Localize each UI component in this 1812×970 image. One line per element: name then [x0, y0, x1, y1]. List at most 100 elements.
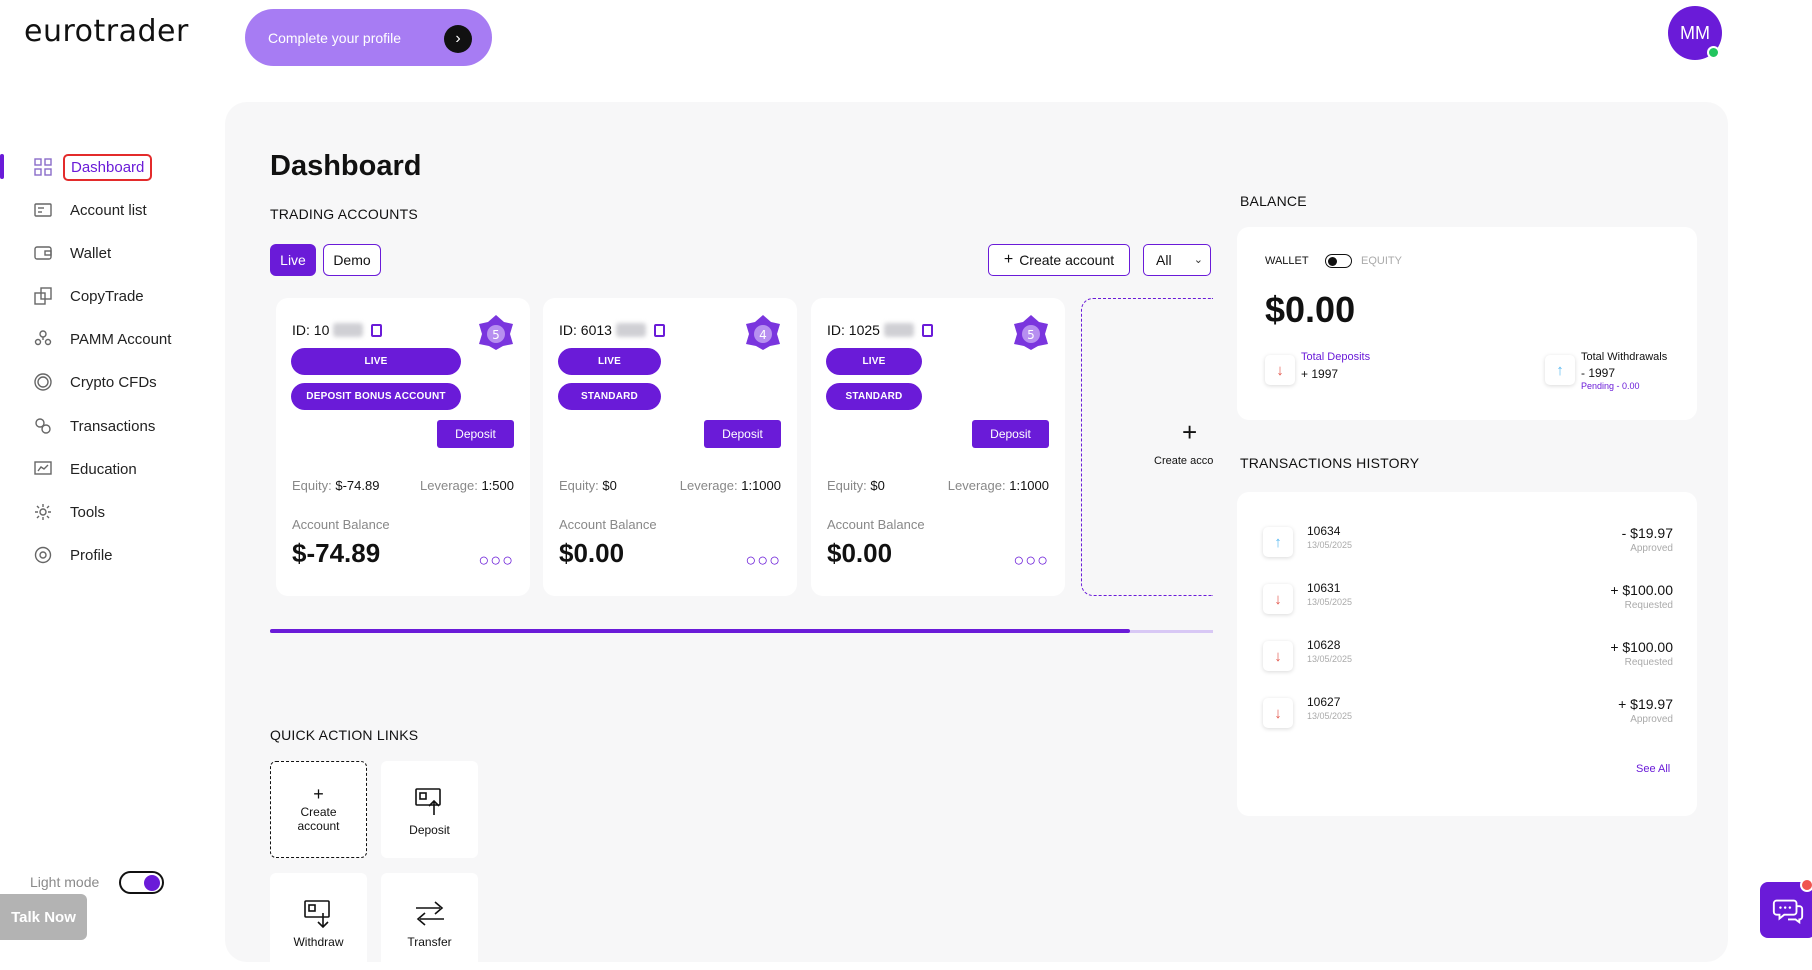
tools-icon — [32, 501, 54, 523]
sidebar-item-pamm-account[interactable]: PAMM Account — [32, 326, 171, 352]
quick-action-label: Deposit — [409, 822, 450, 837]
account-balance-label: Account Balance — [827, 517, 925, 532]
leverage-value: 1:1000 — [741, 478, 781, 493]
light-mode-label: Light mode — [30, 874, 100, 890]
withdraw-icon — [303, 899, 330, 928]
sidebar-item-dashboard[interactable]: Dashboard — [32, 153, 153, 181]
more-options-icon[interactable]: ○○○ — [478, 550, 514, 571]
arrow-down-icon: ↓ — [1265, 355, 1295, 385]
deposit-button[interactable]: Deposit — [972, 420, 1049, 448]
transaction-status: Approved — [1630, 543, 1673, 554]
arrow-down-icon: ↓ — [1263, 641, 1293, 671]
sidebar-item-label: Tools — [70, 503, 106, 521]
wallet-equity-toggle[interactable] — [1325, 254, 1352, 268]
quick-action-transfer[interactable]: Transfer — [381, 873, 478, 970]
list-item[interactable]: ↓ 10627 13/05/2025 + $19.97 Approved — [1263, 693, 1673, 737]
list-item[interactable]: ↓ 10631 13/05/2025 + $100.00 Requested — [1263, 579, 1673, 623]
leverage-label: Leverage: — [679, 478, 738, 493]
transaction-id: 10634 — [1307, 524, 1341, 538]
toggle-knob — [1328, 256, 1337, 266]
deposit-button[interactable]: Deposit — [704, 420, 781, 448]
equity-info: Equity: $-74.89 — [292, 478, 379, 493]
transaction-status: Approved — [1630, 714, 1673, 725]
tier-badge-icon: 4 — [746, 315, 780, 350]
create-account-button[interactable]: + Create account — [988, 244, 1130, 276]
copy-icon[interactable] — [653, 323, 665, 337]
create-account-label: Create account — [1019, 252, 1115, 268]
transaction-date: 13/05/2025 — [1307, 597, 1353, 607]
leverage-info: Leverage: 1:1000 — [680, 478, 781, 493]
sidebar-item-wallet[interactable]: Wallet — [32, 240, 111, 266]
sidebar-item-crypto-cfds[interactable]: Crypto CFDs — [32, 369, 157, 395]
transaction-date: 13/05/2025 — [1307, 711, 1353, 721]
transaction-date: 13/05/2025 — [1307, 540, 1353, 550]
sidebar-item-education[interactable]: Education — [32, 456, 137, 482]
account-filter-select[interactable]: All ⌄ — [1143, 244, 1211, 276]
sidebar-item-tools[interactable]: Tools — [32, 499, 105, 525]
account-balance-value: $0.00 — [827, 538, 893, 568]
account-id: ID: 10 — [292, 322, 383, 338]
online-status-indicator — [1707, 46, 1720, 59]
equity-value: $0 — [602, 478, 617, 493]
arrow-down-icon: ↓ — [1263, 698, 1293, 728]
list-item[interactable]: ↑ 10634 13/05/2025 - $19.97 Approved — [1263, 522, 1673, 566]
sidebar-item-account-list[interactable]: Account list — [32, 197, 147, 223]
trading-account-card[interactable]: ID: 10 5 LIVE DEPOSIT BONUS ACCOUNT Depo… — [276, 298, 530, 596]
more-options-icon[interactable]: ○○○ — [745, 550, 781, 571]
total-deposits-value: + 1997 — [1301, 367, 1339, 381]
tier-number: 4 — [759, 328, 767, 342]
transaction-id: 10628 — [1307, 638, 1341, 652]
redacted-id — [333, 323, 364, 337]
deposit-button[interactable]: Deposit — [437, 420, 514, 448]
plus-icon: + — [1003, 251, 1014, 268]
quick-action-deposit[interactable]: Deposit — [381, 761, 478, 858]
wallet-label: WALLET — [1265, 255, 1309, 267]
sidebar-item-label: Wallet — [70, 244, 112, 262]
page-title: Dashboard — [270, 150, 422, 182]
create-account-card[interactable]: + Create account — [1081, 298, 1213, 596]
total-deposits-label[interactable]: Total Deposits — [1301, 351, 1370, 363]
tab-demo[interactable]: Demo — [323, 244, 381, 276]
eurotrader-logo[interactable]: eurotrader — [24, 14, 189, 49]
account-balance-value: $-74.89 — [292, 538, 381, 568]
sidebar-item-label: Crypto CFDs — [70, 373, 157, 391]
sidebar-item-transactions[interactable]: Transactions — [32, 413, 155, 439]
equity-label: Equity: — [559, 478, 599, 493]
account-type-pill: STANDARD — [558, 383, 661, 410]
copy-icon — [32, 285, 54, 307]
wallet-icon — [32, 242, 54, 264]
talk-now-button[interactable]: Talk Now — [0, 894, 87, 940]
trading-account-card[interactable]: ID: 6013 4 LIVE STANDARD Deposit Equity:… — [543, 298, 797, 596]
copy-icon[interactable] — [921, 323, 933, 337]
deposit-icon — [414, 787, 441, 815]
equity-value: $-74.89 — [335, 478, 380, 493]
transaction-status: Requested — [1624, 657, 1673, 668]
quick-action-create-account[interactable]: + Create account — [270, 761, 367, 858]
chevron-right-icon: › — [444, 25, 472, 53]
users-icon — [32, 328, 54, 350]
quick-action-label: Withdraw — [293, 934, 344, 949]
tab-live[interactable]: Live — [270, 244, 316, 276]
sidebar-item-copytrade[interactable]: CopyTrade — [32, 283, 144, 309]
list-item[interactable]: ↓ 10628 13/05/2025 + $100.00 Requested — [1263, 636, 1673, 680]
accounts-scrollbar-thumb[interactable] — [270, 629, 1130, 633]
see-all-link[interactable]: See All — [1636, 763, 1670, 775]
leverage-label: Leverage: — [420, 478, 478, 493]
complete-profile-button[interactable]: Complete your profile › — [245, 9, 492, 66]
transaction-amount: + $100.00 — [1610, 582, 1673, 598]
copy-icon[interactable] — [371, 323, 383, 337]
more-options-icon[interactable]: ○○○ — [1013, 550, 1049, 571]
tier-number: 5 — [492, 328, 500, 342]
sidebar-item-profile[interactable]: Profile — [32, 542, 113, 568]
account-balance-label: Account Balance — [559, 517, 657, 532]
notification-dot — [1800, 878, 1812, 892]
trading-account-card[interactable]: ID: 1025 5 LIVE STANDARD Deposit Equity:… — [811, 298, 1065, 596]
light-mode-toggle[interactable] — [119, 871, 164, 894]
account-id-text: ID: 10 — [292, 322, 330, 338]
quick-action-withdraw[interactable]: Withdraw — [270, 873, 367, 970]
balance-amount: $0.00 — [1265, 289, 1356, 330]
account-balance-value: $0.00 — [559, 538, 625, 568]
transaction-status: Requested — [1624, 600, 1673, 611]
transaction-id: 10631 — [1307, 581, 1341, 595]
redacted-id — [883, 323, 914, 337]
